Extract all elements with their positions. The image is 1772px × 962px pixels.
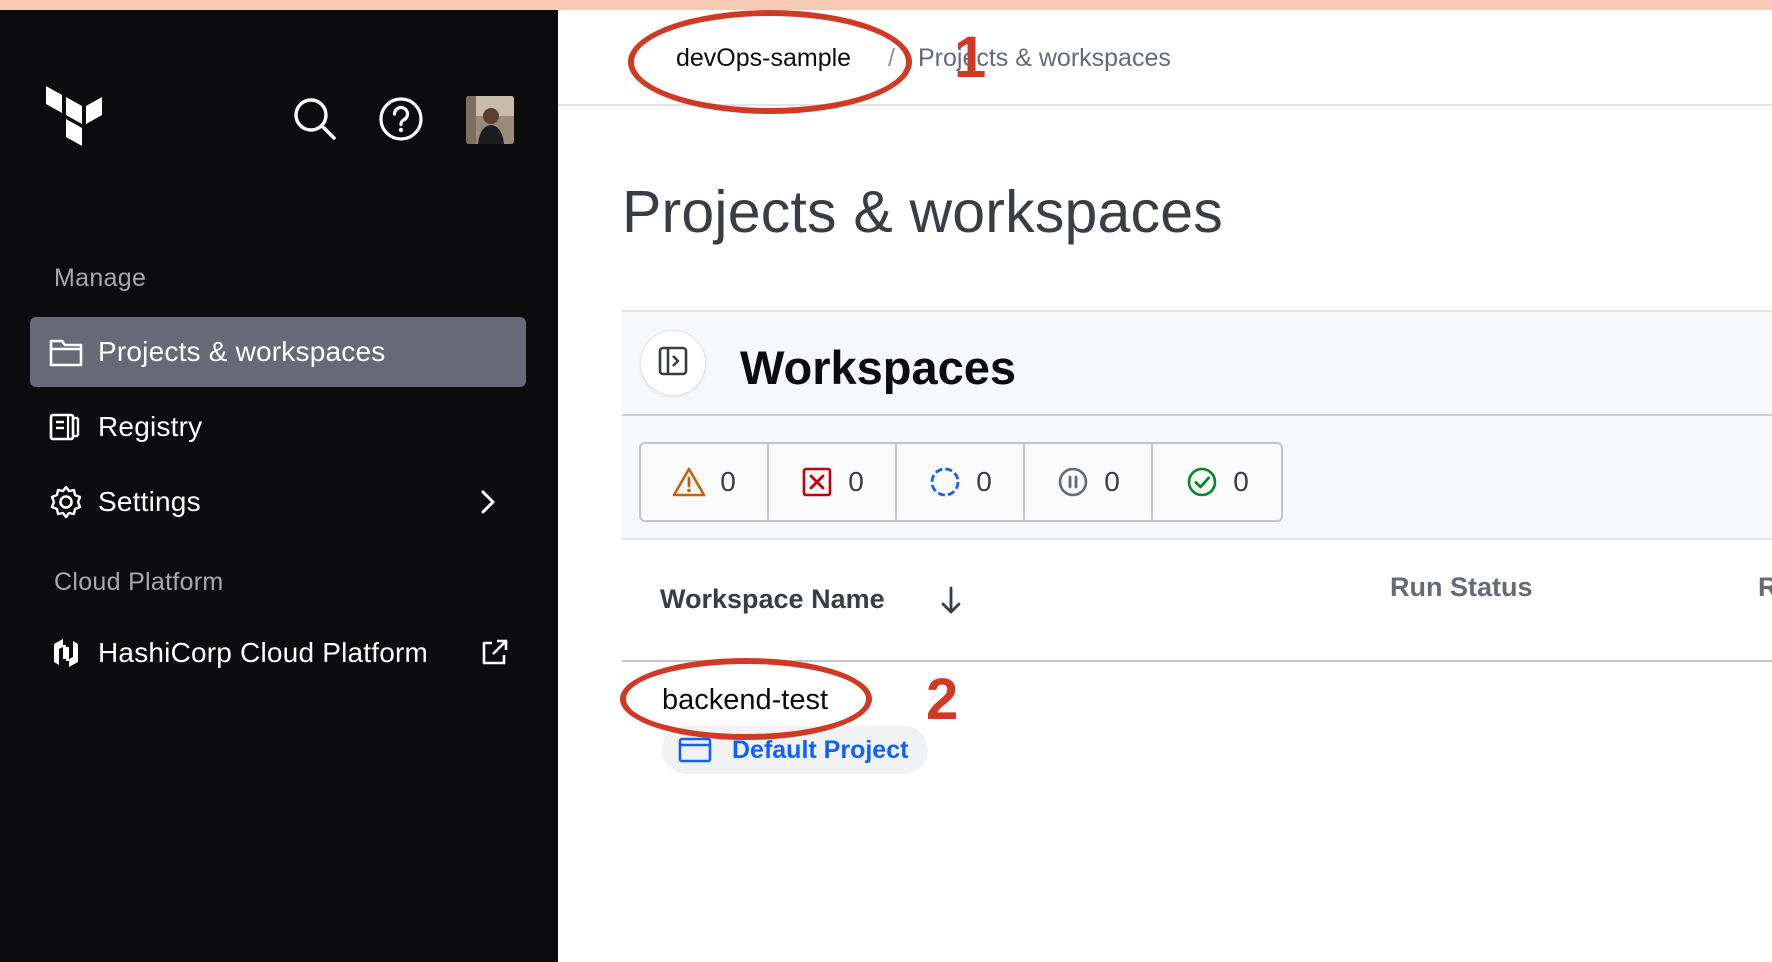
workspaces-title: Workspaces: [740, 341, 1017, 394]
sidebar: Manage Projects & workspaces Registry Se…: [0, 10, 558, 962]
applied-icon: [1185, 465, 1219, 499]
main-content: devOps-sample / Projects & workspaces Pr…: [558, 10, 1772, 962]
filter-count: 0: [720, 466, 736, 497]
running-icon: [928, 465, 962, 499]
chevron-right-icon: [470, 484, 506, 520]
breadcrumb-separator: /: [888, 44, 895, 72]
filter-applied-button[interactable]: 0: [1153, 444, 1281, 520]
warning-icon: [672, 465, 706, 499]
errored-icon: [800, 465, 834, 499]
workspace-name-link[interactable]: backend-test: [662, 684, 828, 717]
filter-count: 0: [1104, 466, 1120, 497]
project-badge-label: Default Project: [732, 735, 909, 764]
external-link-icon: [476, 635, 512, 671]
filter-count: 0: [976, 466, 992, 497]
search-icon[interactable]: [292, 96, 338, 142]
status-filter-group: 0 0 0 0 0: [639, 442, 1283, 522]
user-avatar[interactable]: [466, 96, 514, 144]
workspaces-header: Workspaces: [622, 310, 1772, 416]
breadcrumb-current-page[interactable]: Projects & workspaces: [918, 44, 1171, 73]
sidebar-item-label: Projects & workspaces: [98, 336, 386, 367]
sidebar-item-label: HashiCorp Cloud Platform: [98, 637, 429, 668]
column-header-run-status[interactable]: Run Status: [1390, 572, 1533, 603]
status-filter-bar: 0 0 0 0 0: [622, 416, 1772, 540]
help-icon[interactable]: [378, 96, 424, 142]
hashicorp-icon: [46, 633, 86, 673]
terraform-logo-icon[interactable]: [46, 86, 110, 156]
sidebar-item-registry[interactable]: Registry: [30, 392, 526, 462]
project-badge[interactable]: Default Project: [662, 726, 929, 774]
section-label-manage: Manage: [54, 264, 147, 292]
sidebar-item-projects-workspaces[interactable]: Projects & workspaces: [30, 317, 526, 387]
gear-icon: [46, 482, 86, 522]
filter-count: 0: [1233, 466, 1249, 497]
section-label-cloud-platform: Cloud Platform: [54, 568, 224, 596]
project-folder-icon: [678, 735, 712, 765]
paused-icon: [1056, 465, 1090, 499]
sidebar-item-label: Registry: [98, 411, 203, 442]
sidebar-item-hashicorp-cloud-platform[interactable]: HashiCorp Cloud Platform: [30, 618, 526, 688]
column-header-workspace-name[interactable]: Workspace Name: [660, 584, 885, 615]
filter-running-button[interactable]: 0: [897, 444, 1025, 520]
sidebar-item-settings[interactable]: Settings: [30, 467, 526, 537]
sort-descending-icon[interactable]: [934, 582, 968, 618]
filter-needs-attention-button[interactable]: 0: [641, 444, 769, 520]
filter-on-hold-button[interactable]: 0: [1025, 444, 1153, 520]
filter-count: 0: [848, 466, 864, 497]
registry-icon: [46, 407, 86, 447]
filter-errored-button[interactable]: 0: [769, 444, 897, 520]
sidebar-item-label: Settings: [98, 486, 201, 517]
panel-toggle-button[interactable]: [640, 330, 706, 396]
folder-icon: [46, 332, 86, 372]
breadcrumb: devOps-sample / Projects & workspaces: [558, 10, 1772, 106]
breadcrumb-org-link[interactable]: devOps-sample: [676, 44, 851, 73]
sidebar-toggle-icon: [658, 346, 688, 381]
page-title: Projects & workspaces: [622, 179, 1223, 245]
column-header-truncated[interactable]: R: [1758, 572, 1772, 603]
browser-top-band: [0, 0, 1772, 10]
table-header: Workspace Name Run Status R: [622, 540, 1772, 662]
